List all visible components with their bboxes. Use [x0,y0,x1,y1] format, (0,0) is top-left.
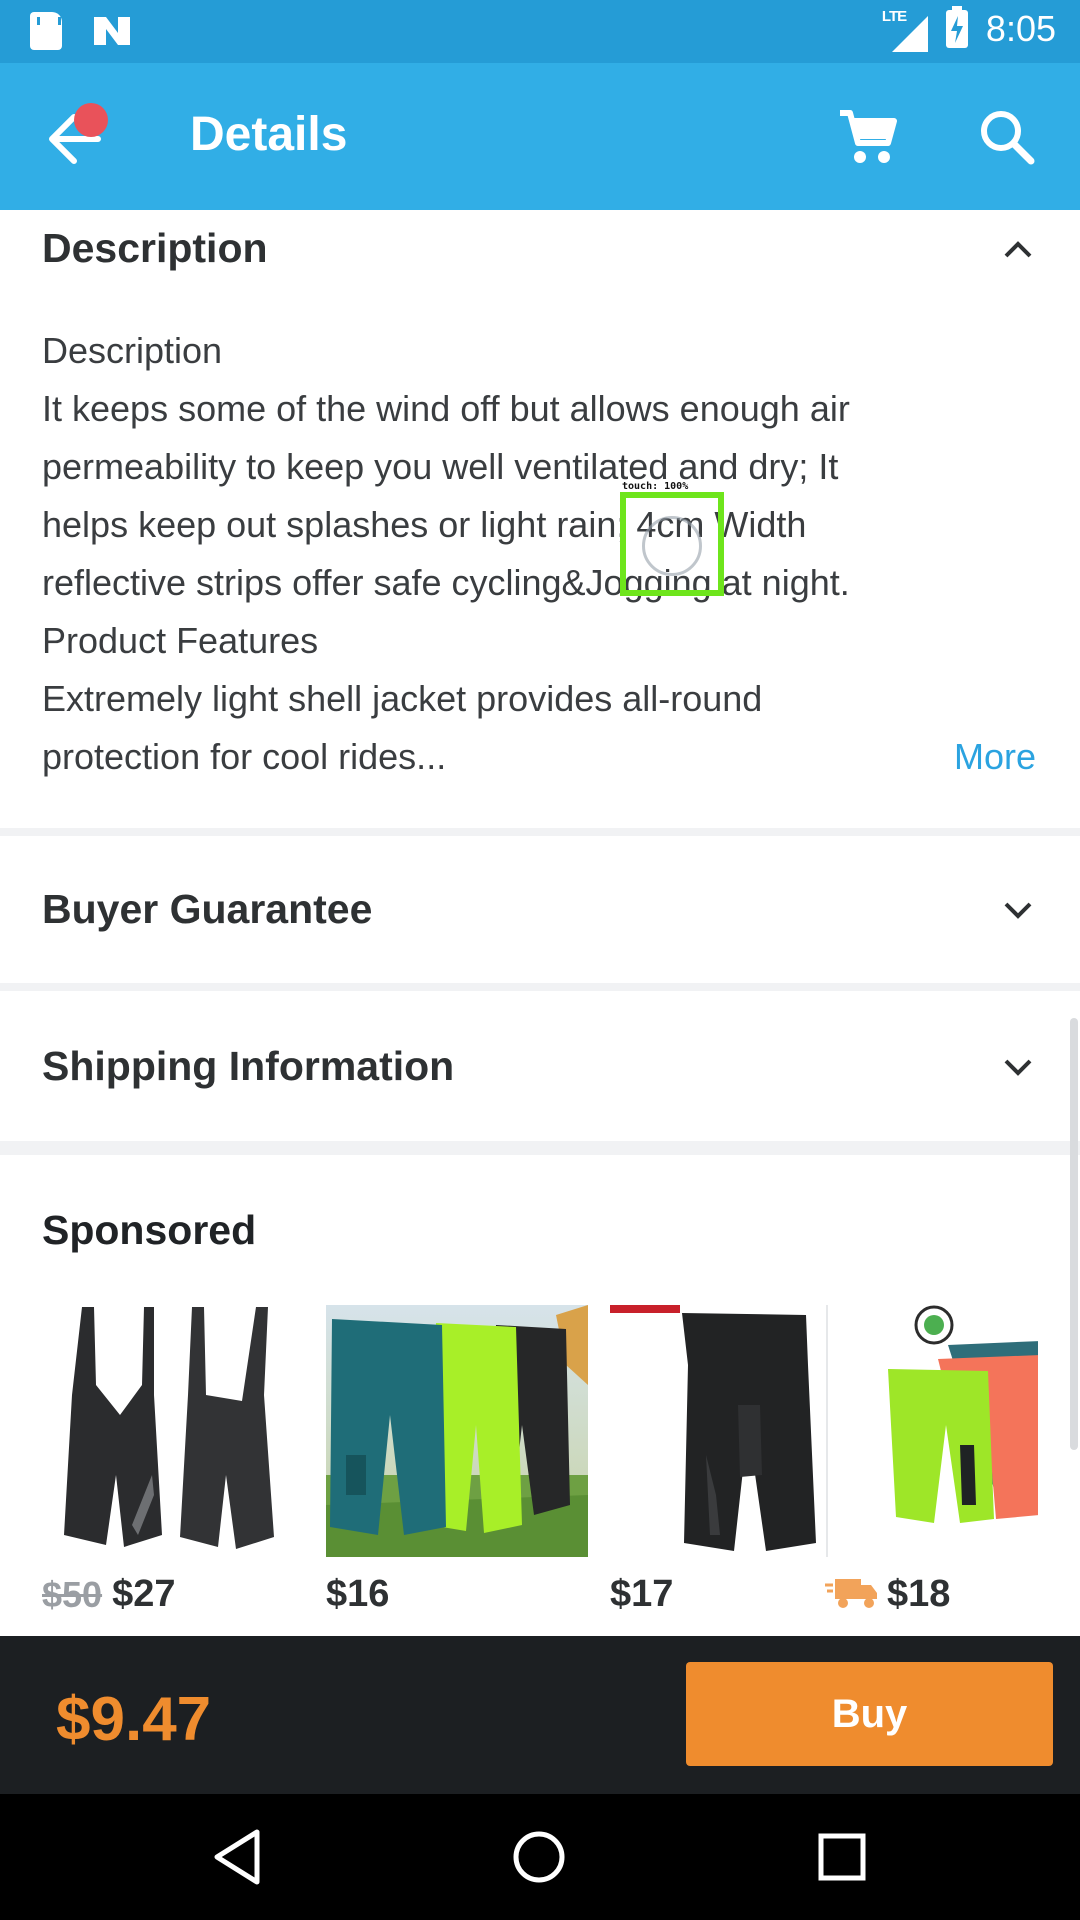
description-line: Product Features [42,620,319,661]
search-button[interactable] [975,105,1039,169]
buy-bar: $9.47 Buy [0,1636,1080,1794]
status-bar: LTE 8:05 [0,0,1080,63]
price: $18 [887,1573,951,1615]
description-line: protection for cool rides... [42,736,447,777]
description-line: Description [42,330,223,371]
touch-indicator-label: touch: 100% [622,481,689,492]
scrollbar[interactable] [1070,1018,1078,1450]
price-row: $16 [326,1573,389,1616]
divider [0,1141,1080,1155]
sponsored-title: Sponsored [42,1207,257,1253]
description-line: Extremely light shell jacket provides al… [42,678,763,719]
description-line: It keeps some of the wind off but allows… [42,388,850,429]
sd-card-icon [30,12,62,50]
chevron-up-icon[interactable] [998,230,1038,270]
description-text: Description It keeps some of the wind of… [42,322,1042,786]
product-image-shorts-on-grass[interactable] [326,1305,588,1557]
more-link[interactable]: More [954,736,1036,778]
cart-icon [840,110,897,163]
cart-button[interactable] [836,105,900,169]
price: $16 [326,1573,390,1615]
description-line: reflective strips offer safe cycling&Jog… [42,562,850,603]
system-nav-bar [0,1794,1080,1920]
price-row: $18 [825,1573,950,1616]
battery-charging-icon [945,6,968,48]
notification-dot [74,103,108,137]
total-price: $9.47 [56,1685,212,1754]
n-notification-icon [92,15,132,47]
buyer-guarantee-header[interactable]: Buyer Guarantee [42,886,372,933]
search-icon [981,111,1035,165]
price-row: $50 $27 [42,1573,175,1616]
product-image-bib-shorts[interactable] [42,1305,304,1557]
divider [0,828,1080,836]
recents-square-icon[interactable] [809,1824,875,1890]
home-circle-icon[interactable] [506,1824,572,1890]
sponsored-item[interactable]: $50 $27 [42,1305,304,1615]
divider [0,983,1080,991]
old-price: $50 [42,1573,103,1615]
sponsored-item[interactable]: $16 [326,1305,588,1615]
shipping-information-header[interactable]: Shipping Information [42,1043,454,1090]
lte-signal-icon: LTE [882,6,928,52]
delivery-truck-icon [825,1575,877,1614]
price: $27 [112,1573,176,1615]
description-line: permeability to keep you well ventilated… [42,446,839,487]
product-image-green-orange-shorts[interactable] [826,1305,1038,1557]
chevron-down-icon[interactable] [998,1047,1038,1087]
buy-button[interactable]: Buy [686,1662,1053,1766]
description-header[interactable]: Description [42,225,268,272]
sponsored-item[interactable]: $18 [825,1305,1038,1615]
touch-ripple [642,516,702,576]
price: $17 [610,1573,674,1615]
back-button[interactable] [40,99,120,179]
app-bar: Details [0,63,1080,210]
back-triangle-icon[interactable] [205,1824,271,1890]
price-row: $17 [610,1573,673,1616]
chevron-down-icon[interactable] [998,890,1038,930]
page-title: Details [190,108,348,161]
status-clock: 8:05 [985,8,1056,49]
description-line: helps keep out splashes or light rain; 4… [42,504,807,545]
